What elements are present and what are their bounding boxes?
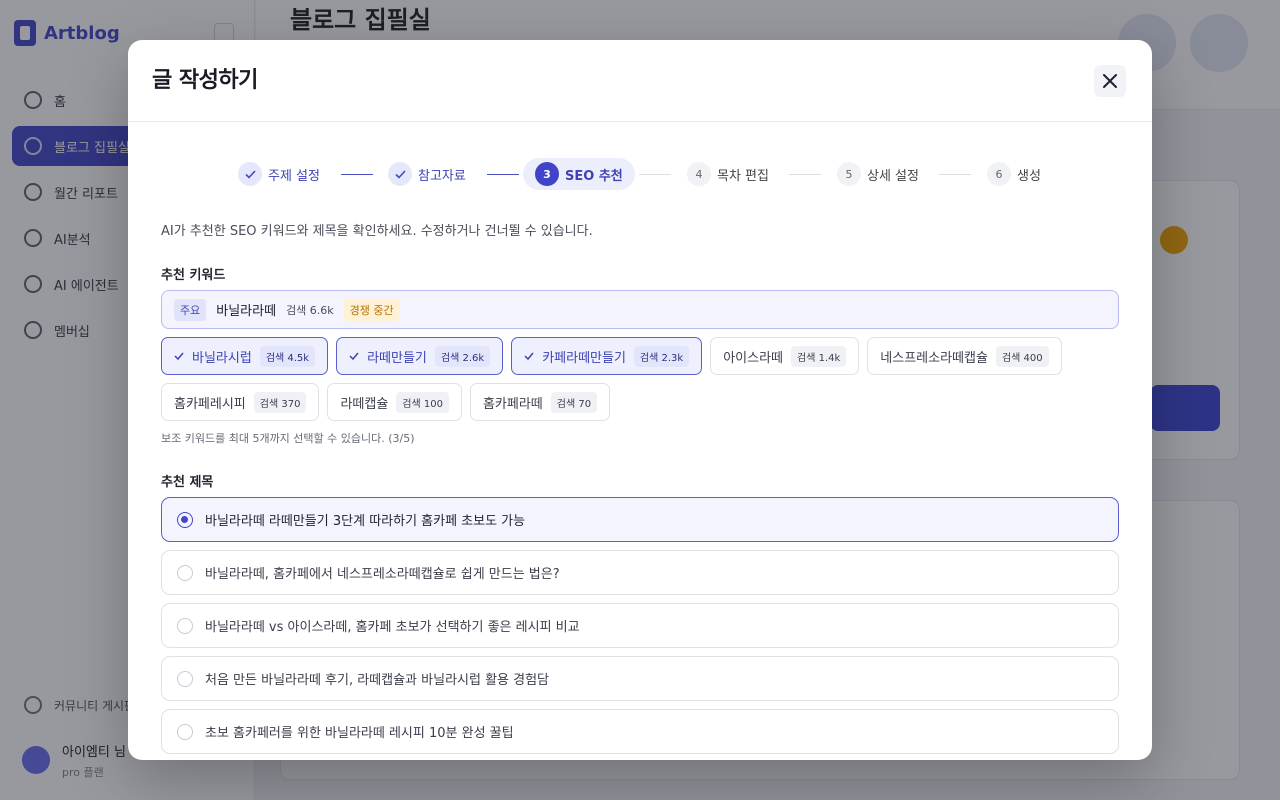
step-label: SEO 추천 [565, 168, 623, 184]
keyword-count: 검색 100 [396, 391, 449, 413]
keyword-text: 홈카페라떼 [482, 396, 543, 412]
stepper: 주제 설정 참고자료 3 SEO 추천 4 목차 편집 5 상세 설정 6 생성 [128, 158, 1152, 190]
radio-icon [177, 617, 193, 634]
keyword-text: 카페라떼만들기 [542, 350, 626, 366]
step-connector [341, 174, 373, 175]
step-number: 4 [687, 162, 711, 186]
check-icon [388, 162, 412, 186]
radio-icon [177, 670, 193, 687]
keyword-chip[interactable]: 홈카페라떼 검색 70 [469, 383, 611, 421]
step-description: AI가 추천한 SEO 키워드와 제목을 확인하세요. 수정하거나 건너뛸 수 … [161, 224, 593, 239]
step-label: 상세 설정 [867, 168, 919, 184]
title-option[interactable]: 처음 만든 바닐라라떼 후기, 라떼캡슐과 바닐라시럽 활용 경험담 [161, 656, 1119, 701]
keyword-chips: 바닐라시럽 검색 4.5k 라떼만들기 검색 2.6k 카페라떼만들기 검색 2… [161, 337, 1119, 429]
keyword-count: 검색 2.6k [434, 345, 491, 367]
main-tag: 주요 [174, 298, 207, 321]
step-connector [789, 174, 821, 175]
keyword-text: 바닐라시럽 [192, 350, 252, 366]
main-keyword-text: 바닐라라떼 [216, 304, 277, 319]
keyword-count: 검색 2.3k [633, 345, 690, 367]
keyword-count: 검색 1.4k [791, 345, 847, 367]
check-icon [524, 352, 534, 361]
step-number: 5 [837, 162, 861, 186]
modal-title: 글 작성하기 [152, 68, 258, 93]
step-references[interactable]: 참고자료 [388, 158, 466, 190]
main-keyword-count: 검색 6.6k [286, 303, 334, 317]
keyword-text: 라떼만들기 [367, 350, 427, 366]
close-icon [1103, 74, 1117, 88]
keyword-hint: 보조 키워드를 최대 5개까지 선택할 수 있습니다. (3/5) [161, 432, 415, 445]
competition-badge: 경쟁 중간 [343, 298, 400, 321]
radio-icon [177, 564, 193, 581]
keyword-text: 라떼캡슐 [340, 396, 389, 412]
keyword-chip[interactable]: 아이스라떼 검색 1.4k [710, 337, 860, 375]
title-text: 초보 홈카페러를 위한 바닐라라떼 레시피 10분 완성 꿀팁 [205, 726, 514, 741]
step-topic[interactable]: 주제 설정 [238, 158, 320, 190]
step-label: 목차 편집 [717, 168, 769, 184]
title-option[interactable]: 바닐라라떼 vs 아이스라떼, 홈카페 초보가 선택하기 좋은 레시피 비교 [161, 603, 1119, 648]
title-text: 처음 만든 바닐라라떼 후기, 라떼캡슐과 바닐라시럽 활용 경험담 [205, 673, 550, 688]
step-label: 생성 [1017, 168, 1041, 184]
keyword-chip[interactable]: 홈카페레시피 검색 370 [161, 383, 320, 421]
check-icon [349, 352, 359, 361]
radio-icon [177, 723, 193, 740]
modal-header: 글 작성하기 [128, 40, 1152, 122]
write-post-modal: 글 작성하기 주제 설정 참고자료 3 SEO 추천 4 목차 편집 5 상세 … [128, 40, 1152, 760]
step-label: 주제 설정 [268, 168, 320, 184]
title-option[interactable]: 초보 홈카페러를 위한 바닐라라떼 레시피 10분 완성 꿀팁 [161, 709, 1119, 754]
step-label: 참고자료 [418, 168, 466, 184]
keyword-chip[interactable]: 라떼만들기 검색 2.6k [336, 337, 504, 375]
close-button[interactable] [1094, 65, 1126, 97]
keywords-label: 추천 키워드 [161, 268, 226, 283]
step-details[interactable]: 5 상세 설정 [837, 158, 919, 190]
step-connector [639, 174, 671, 175]
check-icon [238, 162, 262, 186]
step-seo[interactable]: 3 SEO 추천 [523, 158, 635, 190]
title-text: 바닐라라떼, 홈카페에서 네스프레소라떼캡슐로 쉽게 만드는 법은? [205, 567, 560, 582]
radio-selected-icon [177, 511, 193, 528]
keyword-chip[interactable]: 카페라떼만들기 검색 2.3k [511, 337, 703, 375]
step-number: 3 [535, 162, 559, 186]
title-option[interactable]: 바닐라라떼, 홈카페에서 네스프레소라떼캡슐로 쉽게 만드는 법은? [161, 550, 1119, 595]
step-connector [487, 174, 519, 175]
keyword-count: 검색 370 [253, 391, 307, 413]
step-connector [939, 174, 971, 175]
step-toc[interactable]: 4 목차 편집 [687, 158, 769, 190]
keyword-text: 네스프레소라떼캡슐 [880, 350, 988, 366]
step-number: 6 [987, 162, 1011, 186]
keyword-text: 아이스라떼 [723, 350, 784, 366]
keyword-count: 검색 4.5k [259, 345, 316, 367]
title-text: 바닐라라떼 vs 아이스라떼, 홈카페 초보가 선택하기 좋은 레시피 비교 [205, 620, 580, 635]
title-option[interactable]: 바닐라라떼 라떼만들기 3단계 따라하기 홈카페 초보도 가능 [161, 497, 1119, 542]
title-text: 바닐라라떼 라떼만들기 3단계 따라하기 홈카페 초보도 가능 [205, 514, 526, 529]
keyword-chip[interactable]: 네스프레소라떼캡슐 검색 400 [867, 337, 1062, 375]
keyword-chip[interactable]: 바닐라시럽 검색 4.5k [161, 337, 329, 375]
title-options: 바닐라라떼 라떼만들기 3단계 따라하기 홈카페 초보도 가능 바닐라라떼, 홈… [161, 497, 1119, 760]
step-generate[interactable]: 6 생성 [987, 158, 1041, 190]
check-icon [174, 352, 184, 361]
titles-label: 추천 제목 [161, 475, 214, 490]
keyword-text: 홈카페레시피 [174, 396, 246, 412]
main-keyword: 주요 바닐라라떼 검색 6.6k 경쟁 중간 [161, 290, 1119, 329]
keyword-count: 검색 400 [995, 345, 1049, 367]
keyword-chip[interactable]: 라떼캡슐 검색 100 [327, 383, 462, 421]
keyword-count: 검색 70 [550, 391, 598, 413]
